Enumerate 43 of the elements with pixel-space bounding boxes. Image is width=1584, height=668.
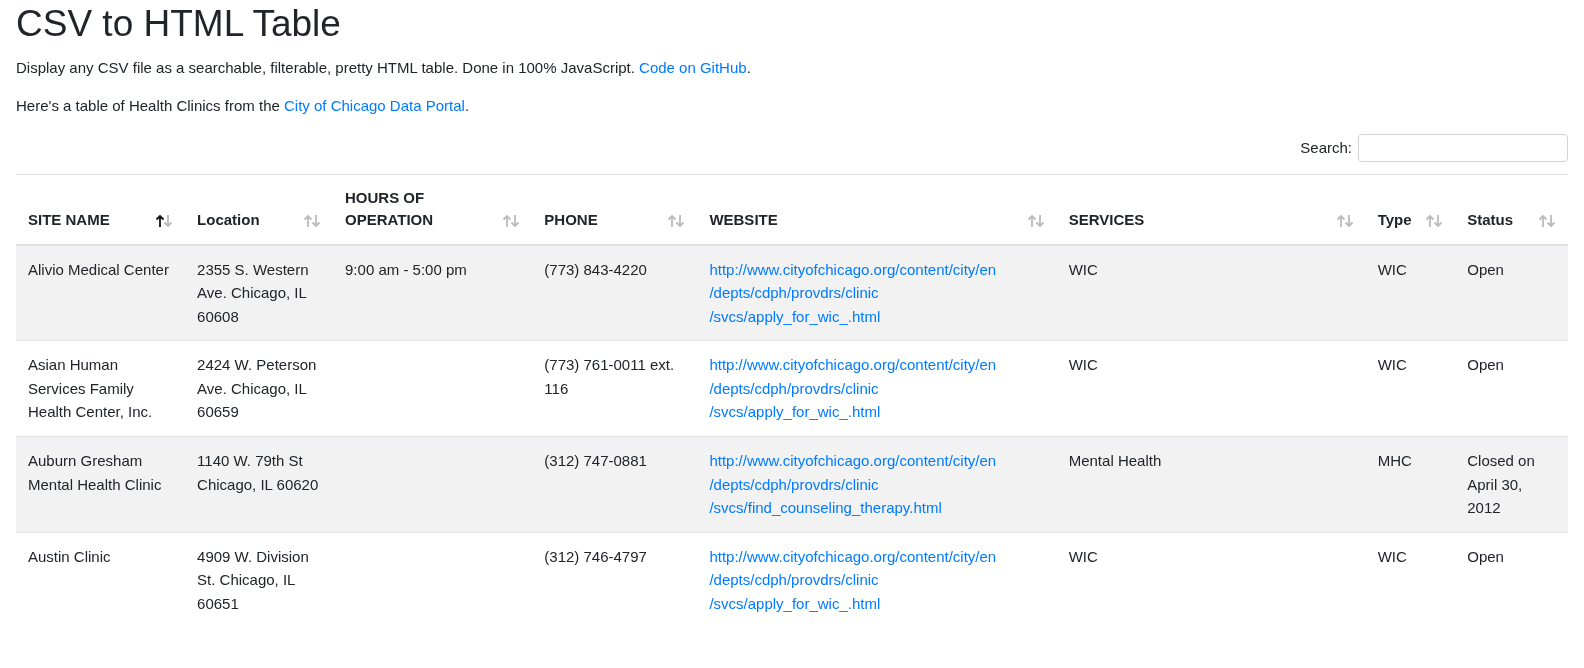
- column-header[interactable]: PHONE: [544, 209, 598, 232]
- table-cell: WIC: [1377, 260, 1407, 278]
- table-cell: Closed on April 30, 2012: [1467, 451, 1535, 517]
- table-cell: Austin Clinic: [28, 547, 111, 565]
- table-cell: Asian Human Services Family Health Center, Inc.: [28, 356, 153, 421]
- table-cell: Open: [1467, 547, 1504, 565]
- table-cell: WIC: [1068, 547, 1098, 565]
- column-header[interactable]: Location: [197, 209, 260, 232]
- intro-text: Display any CSV file as a searchable, filterable, pretty HTML table. Done in 100% JavaScript. Code on GitHub.: [16, 57, 752, 78]
- search-label: Search:: [1300, 139, 1352, 157]
- website-link[interactable]: http://www.cityofchicago.org/content/city/en/depts/cdph/provdrs/clinic/svcs/apply_for_wic_.html: [709, 544, 1045, 616]
- table-cell: (773) 761-0011 ext. 116: [544, 356, 675, 397]
- table-cell: (312) 746-4797: [544, 547, 647, 565]
- column-header[interactable]: WEBSITE: [709, 209, 778, 232]
- table-cell: 2424 W. Peterson Ave. Chicago, IL 60659: [197, 356, 317, 421]
- table-cell: (773) 843-4220: [544, 260, 647, 278]
- column-header[interactable]: Status: [1467, 209, 1514, 232]
- table-cell: MHC: [1377, 451, 1412, 469]
- table-cell: Mental Health: [1068, 451, 1162, 469]
- table-cell: WIC: [1377, 547, 1407, 565]
- source-text: Here's a table of Health Clinics from the City of Chicago Data Portal.: [16, 96, 471, 117]
- column-header[interactable]: Type: [1377, 209, 1412, 232]
- sort-icon[interactable]: [155, 213, 174, 228]
- table-cell: Auburn Gresham Mental Health Clinic: [28, 451, 162, 493]
- table-cell: Alivio Medical Center: [28, 260, 169, 278]
- table-cell: 4909 W. Division St. Chicago, IL 60651: [197, 547, 309, 612]
- github-link[interactable]: Code on GitHub: [639, 58, 747, 76]
- website-link[interactable]: http://www.cityofchicago.org/content/city/en/depts/cdph/provdrs/clinic/svcs/apply_for_wic_.html: [709, 353, 1045, 424]
- table-cell: WIC: [1068, 356, 1098, 374]
- column-header[interactable]: SERVICES: [1068, 209, 1145, 232]
- search-field[interactable]: [1358, 133, 1568, 162]
- table-cell: (312) 747-0881: [544, 451, 647, 469]
- table-cell: 2355 S. Western Ave. Chicago, IL 60608: [197, 260, 309, 325]
- table-cell: 1140 W. 79th St Chicago, IL 60620: [197, 451, 319, 493]
- column-header[interactable]: SITE NAME: [28, 209, 110, 232]
- table-cell: WIC: [1068, 260, 1098, 278]
- table-cell: 9:00 am - 5:00 pm: [345, 260, 467, 278]
- column-header[interactable]: HOURS OF OPERATION: [345, 186, 499, 232]
- page-title: CSV to HTML Table: [16, 4, 342, 45]
- table-cell: WIC: [1377, 356, 1407, 374]
- table-cell: Open: [1467, 260, 1504, 278]
- table-cell: Open: [1467, 356, 1504, 374]
- data-portal-link[interactable]: City of Chicago Data Portal: [284, 97, 465, 115]
